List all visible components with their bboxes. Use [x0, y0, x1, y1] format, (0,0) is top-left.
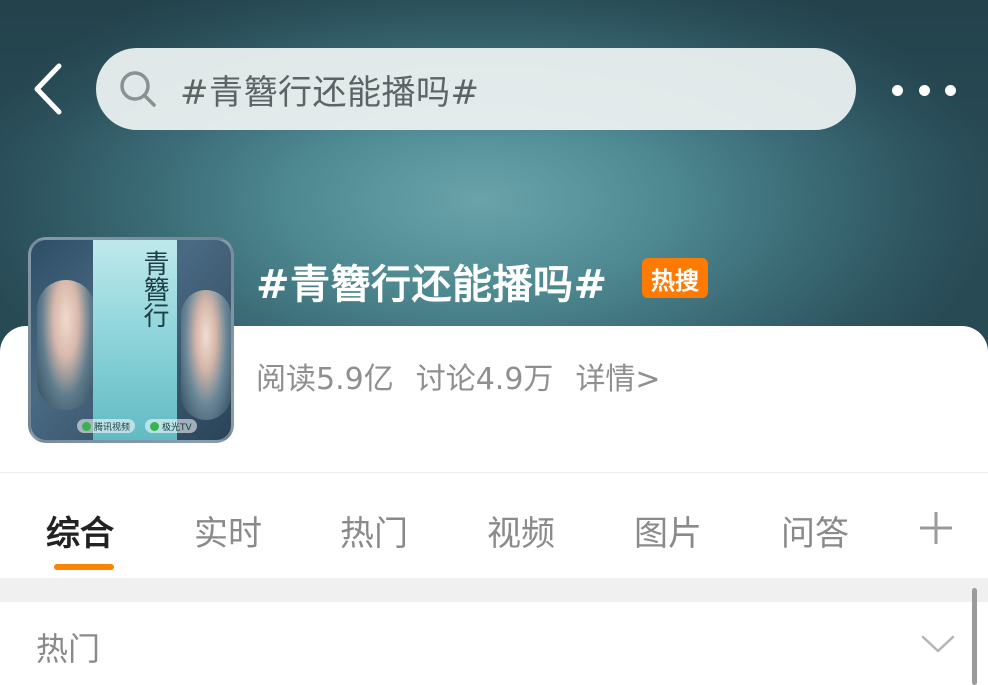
poster-title: 青簪行 — [139, 250, 169, 328]
poster-logo-jiguang: 极光TV — [145, 419, 197, 433]
hot-section-header[interactable]: 热门 — [0, 602, 988, 685]
topic-stats: 阅读5.9亿 讨论4.9万 详情> — [256, 354, 661, 398]
back-chevron-icon — [34, 63, 62, 115]
more-options-button[interactable] — [892, 78, 956, 102]
hot-search-badge: 热搜 — [642, 258, 708, 298]
chevron-down-icon — [921, 635, 955, 653]
poster-figure-right — [181, 290, 231, 420]
tab-comprehensive[interactable]: 综合 — [46, 506, 114, 555]
more-dots-icon — [945, 84, 956, 96]
tab-hot[interactable]: 热门 — [340, 506, 408, 555]
tab-video[interactable]: 视频 — [487, 506, 555, 555]
read-count: 阅读5.9亿 — [256, 362, 394, 397]
more-dots-icon — [892, 84, 903, 96]
back-button[interactable] — [28, 62, 68, 116]
poster-logo-tencent: 腾讯视频 — [77, 419, 136, 433]
tab-realtime[interactable]: 实时 — [194, 506, 262, 555]
divider — [0, 472, 988, 473]
tab-qa[interactable]: 问答 — [781, 506, 849, 555]
expand-section-button[interactable] — [920, 632, 956, 656]
details-link[interactable]: 详情> — [575, 354, 660, 398]
search-input[interactable]: #青簪行还能播吗# — [96, 48, 856, 130]
topic-title: #青簪行还能播吗# — [256, 262, 608, 308]
discuss-count: 讨论4.9万 — [415, 362, 554, 397]
section-label: 热门 — [36, 630, 101, 668]
topic-poster-image[interactable]: 青簪行 腾讯视频 极光TV — [28, 237, 234, 443]
tab-bar: 综合 实时 热门 视频 图片 问答 — [0, 490, 988, 578]
topic-page: #青簪行还能播吗# 青簪行 腾讯视频 极光TV #青簪行还能播吗# 热搜 阅读5… — [0, 0, 988, 685]
more-dots-icon — [918, 84, 930, 96]
poster-logos: 腾讯视频 极光TV — [77, 418, 227, 434]
search-icon — [118, 69, 158, 109]
active-tab-indicator — [54, 564, 114, 570]
add-tab-button[interactable] — [918, 510, 954, 546]
search-query-text: #青簪行还能播吗# — [180, 72, 480, 113]
poster-figure-left — [37, 280, 95, 410]
plus-icon — [920, 512, 952, 544]
section-separator — [0, 578, 988, 602]
scrollbar[interactable] — [972, 588, 977, 685]
tab-pictures[interactable]: 图片 — [634, 506, 702, 555]
